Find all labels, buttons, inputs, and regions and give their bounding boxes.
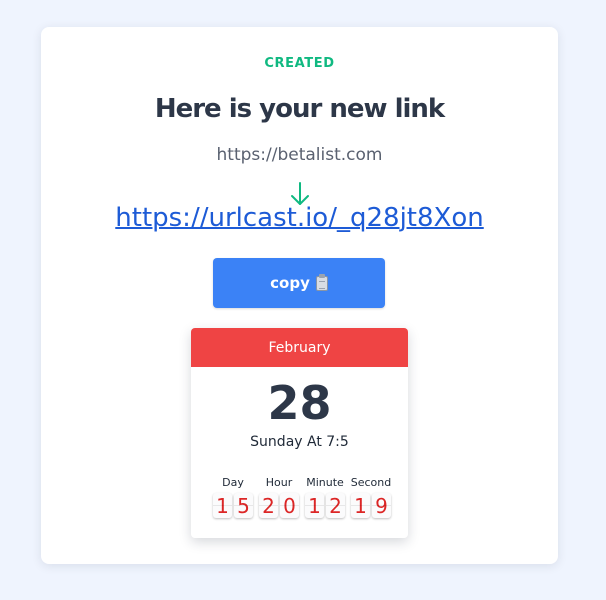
short-link-container: https://urlcast.io/_q28jt8Xon [41,203,558,233]
countdown-label: Day [222,476,244,489]
short-link[interactable]: https://urlcast.io/_q28jt8Xon [115,203,483,233]
countdown-timer: Day 1 5 Hour 2 0 Minute 1 2 Second 1 9 [211,475,393,518]
countdown-digit: 1 [351,493,370,518]
countdown-digit: 1 [305,493,324,518]
calendar-month: February [191,328,408,367]
countdown-digit: 2 [326,493,345,518]
countdown-digit: 0 [280,493,299,518]
countdown-digit: 1 [213,493,232,518]
countdown-unit-second: Second 1 9 [349,475,393,518]
countdown-label: Minute [306,476,344,489]
countdown-unit-day: Day 1 5 [211,475,255,518]
countdown-label: Hour [265,476,293,489]
countdown-unit-minute: Minute 1 2 [303,475,347,518]
calendar-day: 28 [267,376,332,430]
copy-button[interactable]: copy [213,258,385,308]
calendar-widget: February 28 Sunday At 7:5 Day 1 5 Hour 2… [191,328,408,538]
clipboard-icon [315,273,328,291]
copy-button-label: copy [270,274,310,292]
countdown-digit: 5 [234,493,253,518]
original-url: https://betalist.com [216,145,383,165]
countdown-label: Second [350,476,392,489]
page-title: Here is your new link [154,94,445,124]
status-label: CREATED [264,56,335,71]
countdown-digit: 9 [372,493,391,518]
countdown-unit-hour: Hour 2 0 [257,475,301,518]
calendar-subtitle: Sunday At 7:5 [250,434,349,450]
countdown-digit: 2 [259,493,278,518]
result-card: CREATED Here is your new link https://be… [41,27,558,564]
